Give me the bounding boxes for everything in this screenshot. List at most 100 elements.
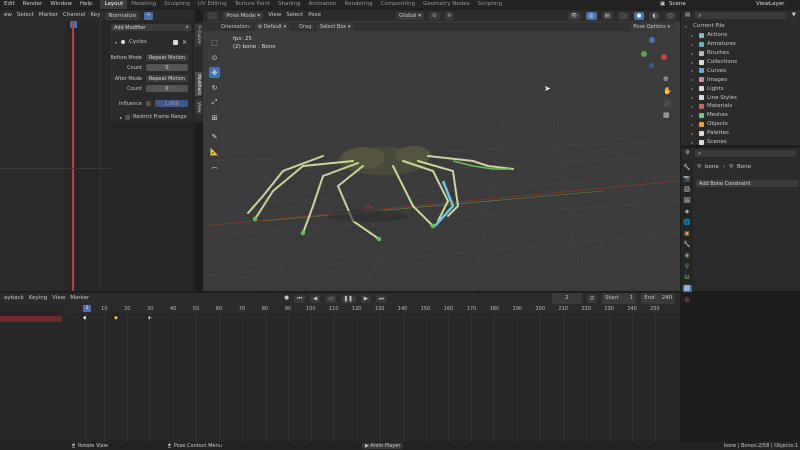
expand-arrow-icon[interactable]: ▸	[691, 77, 696, 82]
shading-solid-icon[interactable]: ●	[633, 11, 645, 20]
graph-menu-select[interactable]: Select	[17, 10, 34, 21]
tool-tab-icon[interactable]: 🔧	[683, 164, 692, 171]
timeline-menu-playback[interactable]: ayback	[4, 293, 24, 304]
tab-geometry-nodes[interactable]: Geometry Nodes	[419, 0, 473, 9]
tab-fcurve[interactable]: F-Curve	[195, 24, 202, 46]
navigation-gizmo[interactable]	[635, 37, 669, 69]
properties-editor-icon[interactable]: ⚙	[685, 148, 690, 159]
expand-arrow-icon[interactable]: ▸	[691, 86, 696, 91]
timeline-canvas[interactable]: ◆ ◆ ◆	[65, 304, 680, 442]
3d-viewport[interactable]: fps: 25 (2) bone : Bone ➤ ⊕ ✋ 🎥 ▦	[203, 21, 680, 291]
tab-compositing[interactable]: Compositing	[377, 0, 419, 9]
editor-type-button[interactable]: ⬚	[207, 11, 219, 20]
restrict-frame-range-row[interactable]: ▸ Restrict Frame Range	[120, 114, 187, 120]
jump-end-icon[interactable]: ⏭	[375, 294, 387, 303]
overlay-icon[interactable]: ◎	[585, 11, 597, 20]
measure-tool-icon[interactable]: 📐	[209, 146, 220, 157]
data-tab-icon[interactable]: ⚲	[683, 263, 692, 270]
jump-start-icon[interactable]: ⏮	[294, 294, 306, 303]
graph-menu-marker[interactable]: Marker	[39, 10, 58, 21]
tab-animation[interactable]: Animation	[304, 0, 340, 9]
bone-constraint-tab-icon[interactable]: ⛓	[682, 285, 692, 292]
grid-toggle-icon[interactable]: ▦	[663, 111, 672, 119]
outliner-item-armatures[interactable]: ▸ Armatures	[687, 40, 800, 49]
menu-help[interactable]: Help	[76, 0, 97, 9]
record-icon[interactable]: ●	[284, 293, 289, 304]
modifier-enable-checkbox[interactable]	[172, 39, 178, 45]
gizmo-z-axis[interactable]	[649, 37, 655, 43]
shading-wire-icon[interactable]: ◌	[617, 11, 629, 20]
cycles-modifier-header[interactable]: ▾ Cycles ✕	[115, 38, 187, 46]
outliner-item-curves[interactable]: ▸ Curves	[687, 66, 800, 75]
graph-menu-channel[interactable]: Channel	[63, 10, 86, 21]
viewport-menu-pose[interactable]: Pose	[308, 10, 321, 21]
menu-render[interactable]: Render	[19, 0, 47, 9]
expand-arrow-icon[interactable]: ▸	[691, 33, 696, 38]
camera-icon[interactable]: 🎥	[663, 99, 672, 107]
after-mode-dropdown[interactable]: Repeat Motion	[146, 75, 188, 82]
tab-shading[interactable]: Shading	[274, 0, 304, 9]
count-after-field[interactable]: 0	[146, 85, 188, 92]
menu-edit[interactable]: Edit	[0, 0, 19, 9]
timeline-channel-row[interactable]	[0, 316, 62, 322]
expand-arrow-icon[interactable]: ▸	[691, 51, 696, 56]
play-reverse-icon[interactable]: ◁	[325, 294, 336, 303]
outliner-item-brushes[interactable]: ▸ Brushes	[687, 49, 800, 58]
view-layer-name[interactable]: ViewLayer	[756, 0, 784, 9]
graph-menu-key[interactable]: Key	[90, 10, 100, 21]
gizmo-neg-z[interactable]	[649, 63, 654, 68]
end-frame-field[interactable]: End 240	[641, 293, 676, 304]
modifier-name[interactable]: Cycles	[129, 39, 147, 45]
expand-arrow-icon[interactable]: ▸	[691, 131, 696, 136]
outliner-search-input[interactable]: ⌕	[695, 12, 787, 19]
outliner-item-images[interactable]: ▸ Images	[687, 75, 800, 84]
add-modifier-dropdown[interactable]: Add Modifier ▾	[111, 24, 191, 31]
scene-icon[interactable]: ▣	[660, 0, 665, 9]
clock-icon[interactable]: ⏱	[586, 294, 598, 303]
expand-arrow-icon[interactable]: ▸	[691, 104, 696, 109]
filter-icon[interactable]: ⌖	[144, 11, 154, 20]
before-mode-dropdown[interactable]: Repeat Motion	[146, 54, 188, 61]
scene-tab-icon[interactable]: ◈	[683, 208, 692, 215]
influence-field[interactable]: 1.000	[155, 100, 188, 107]
object-tab-icon[interactable]: ▣	[683, 230, 692, 237]
tab-modifiers[interactable]: Modifiers	[195, 72, 202, 96]
expand-arrow-icon[interactable]: ▸	[691, 140, 696, 145]
collapse-arrow-icon[interactable]: ▾	[115, 40, 117, 45]
normalize-toggle[interactable]: Normalize	[105, 11, 140, 20]
menu-window[interactable]: Window	[46, 0, 76, 9]
expand-arrow-icon[interactable]: ▸	[691, 42, 696, 47]
tab-layout[interactable]: Layout	[100, 0, 128, 9]
timeline-menu-view[interactable]: View	[52, 293, 65, 304]
add-bone-constraint-dropdown[interactable]: Add Bone Constraint	[696, 180, 799, 187]
properties-search-input[interactable]: ⌕	[694, 150, 796, 157]
drag-dropdown[interactable]: Select Box ▾	[316, 22, 354, 31]
count-before-field[interactable]: 0	[146, 64, 188, 71]
outliner-item-lights[interactable]: ▸ Lights	[687, 84, 800, 93]
expand-arrow-icon[interactable]: ▸	[691, 68, 696, 73]
pan-hand-icon[interactable]: ✋	[663, 87, 672, 95]
render-tab-icon[interactable]: 📷	[683, 175, 692, 182]
tab-sculpting[interactable]: Sculpting	[160, 0, 194, 9]
outliner-filter-icon[interactable]: ▼	[792, 10, 796, 21]
gizmo-y-axis[interactable]	[641, 51, 647, 57]
pivot-icon[interactable]: ⊙	[429, 11, 440, 20]
cursor-tool-icon[interactable]: ⊙	[209, 52, 220, 63]
scale-tool-icon[interactable]: ⤢	[209, 97, 220, 108]
outliner-item-line-styles[interactable]: ▸ Line Styles	[687, 93, 800, 102]
physics-tab-icon[interactable]: ◉	[683, 252, 692, 259]
next-key-icon[interactable]: ▶	[360, 294, 371, 303]
outliner-item-materials[interactable]: ▸ Materials	[687, 102, 800, 111]
move-tool-icon[interactable]: ✥	[209, 67, 220, 78]
annotate-tool-icon[interactable]: ✎	[209, 131, 220, 142]
remove-modifier-icon[interactable]: ✕	[182, 39, 187, 46]
outliner-item-scenes[interactable]: ▸ Scenes	[687, 138, 800, 147]
view-layer-tab-icon[interactable]: 🖼	[683, 197, 692, 204]
material-tab-icon[interactable]: ◍	[683, 296, 692, 303]
expand-arrow-icon[interactable]: ▸	[691, 113, 696, 118]
current-frame-badge[interactable]: 2	[83, 305, 91, 312]
modifier-tab-icon[interactable]: 🔧	[683, 241, 692, 248]
prev-key-icon[interactable]: ◀	[310, 294, 321, 303]
zoom-icon[interactable]: ⊕	[663, 75, 672, 83]
anim-player-button[interactable]: ▶ Anim Player	[361, 443, 404, 449]
